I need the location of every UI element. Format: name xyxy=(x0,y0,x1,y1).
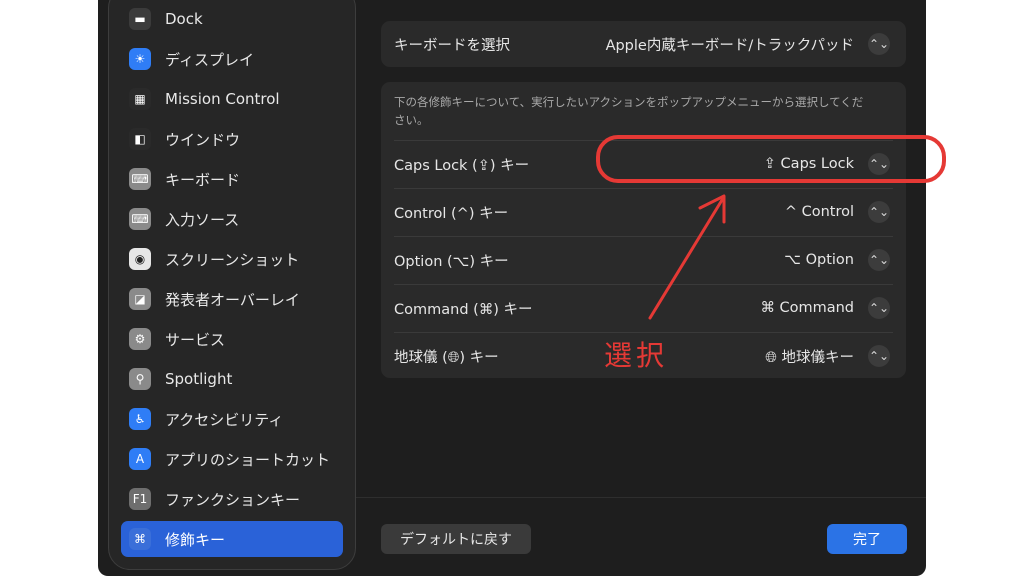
annotation-label: 選択 xyxy=(604,339,669,372)
annotation-arrow xyxy=(648,194,726,320)
